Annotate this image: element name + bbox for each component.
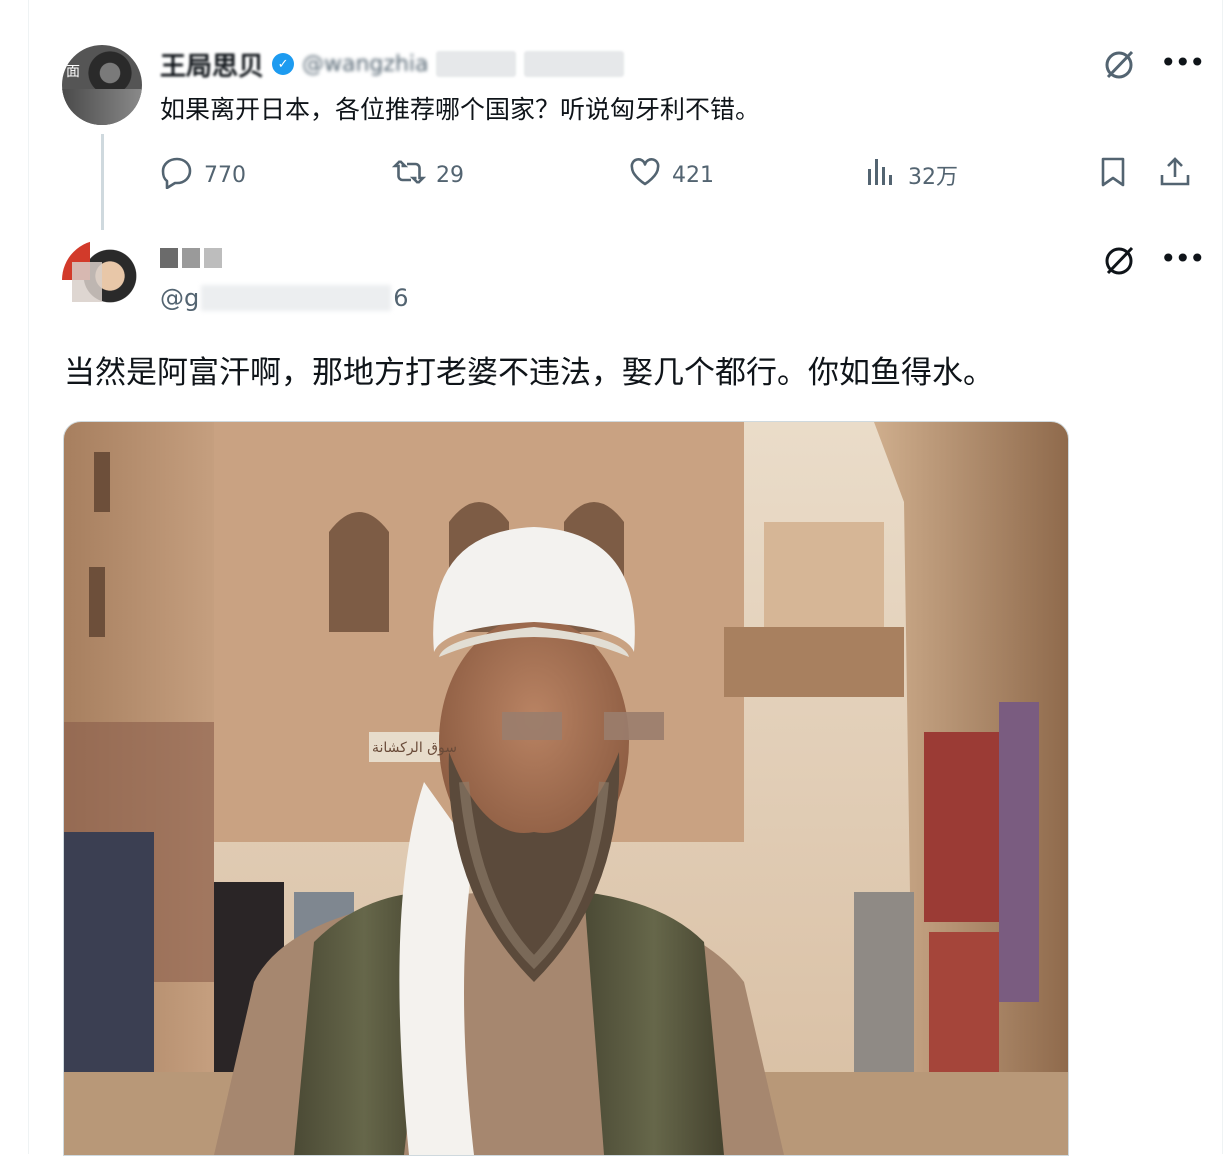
tweet-media-image[interactable]: ﺳﻮﻕ ﺍﻟﺮﻛﺸﺎﻧﺔ (63, 421, 1069, 1156)
parent-tweet-text: 如果离开日本，各位推荐哪个国家？听说匈牙利不错。 (160, 95, 761, 124)
redaction-mask (524, 51, 625, 77)
redaction-mask (436, 51, 517, 77)
reply-author-name[interactable] (160, 248, 222, 268)
parent-author-header[interactable]: 王局思贝 ✓ @wangzhia (160, 46, 720, 83)
bookmark-button[interactable] (1096, 155, 1130, 195)
views-count: 32万 (908, 165, 958, 190)
views-button[interactable]: 32万 (864, 155, 958, 195)
handle-prefix: @g (160, 284, 200, 312)
retweet-button[interactable]: 29 (391, 155, 464, 195)
verified-badge-icon: ✓ (272, 53, 295, 75)
grok-icon[interactable] (1102, 242, 1138, 282)
more-icon[interactable]: ••• (1160, 46, 1206, 79)
heart-icon (628, 155, 662, 195)
reply-tweet-text: 当然是阿富汗啊，那地方打老婆不违法，娶几个都行。你如鱼得水。 (64, 355, 994, 391)
like-button[interactable]: 421 (628, 155, 714, 195)
reply-author-avatar[interactable] (62, 240, 142, 320)
timeline-border-right (1222, 0, 1223, 1154)
parent-author-name[interactable]: 王局思贝 (160, 46, 264, 83)
reply-icon (160, 155, 194, 195)
retweet-count: 29 (436, 162, 464, 188)
grok-icon[interactable] (1102, 46, 1138, 86)
more-icon[interactable]: ••• (1160, 242, 1206, 275)
retweet-icon (391, 155, 427, 195)
thread-connector-line (101, 134, 104, 230)
like-count: 421 (672, 162, 714, 188)
share-button[interactable] (1158, 155, 1192, 195)
analytics-icon (864, 155, 898, 195)
timeline-border-left (28, 0, 29, 1154)
handle-suffix: 6 (393, 284, 409, 312)
share-icon (1158, 155, 1192, 195)
reply-author-handle[interactable]: @g 6 (160, 284, 409, 312)
bookmark-icon (1096, 155, 1130, 195)
redaction-mask (201, 285, 392, 311)
reply-count: 770 (204, 162, 246, 188)
parent-author-handle[interactable]: @wangzhia (302, 52, 428, 77)
shop-sign-text: ﺳﻮﻕ ﺍﻟﺮﻛﺸﺎﻧﺔ (372, 740, 457, 756)
reply-button[interactable]: 770 (160, 155, 246, 195)
parent-author-avatar[interactable]: 面 (62, 45, 142, 125)
